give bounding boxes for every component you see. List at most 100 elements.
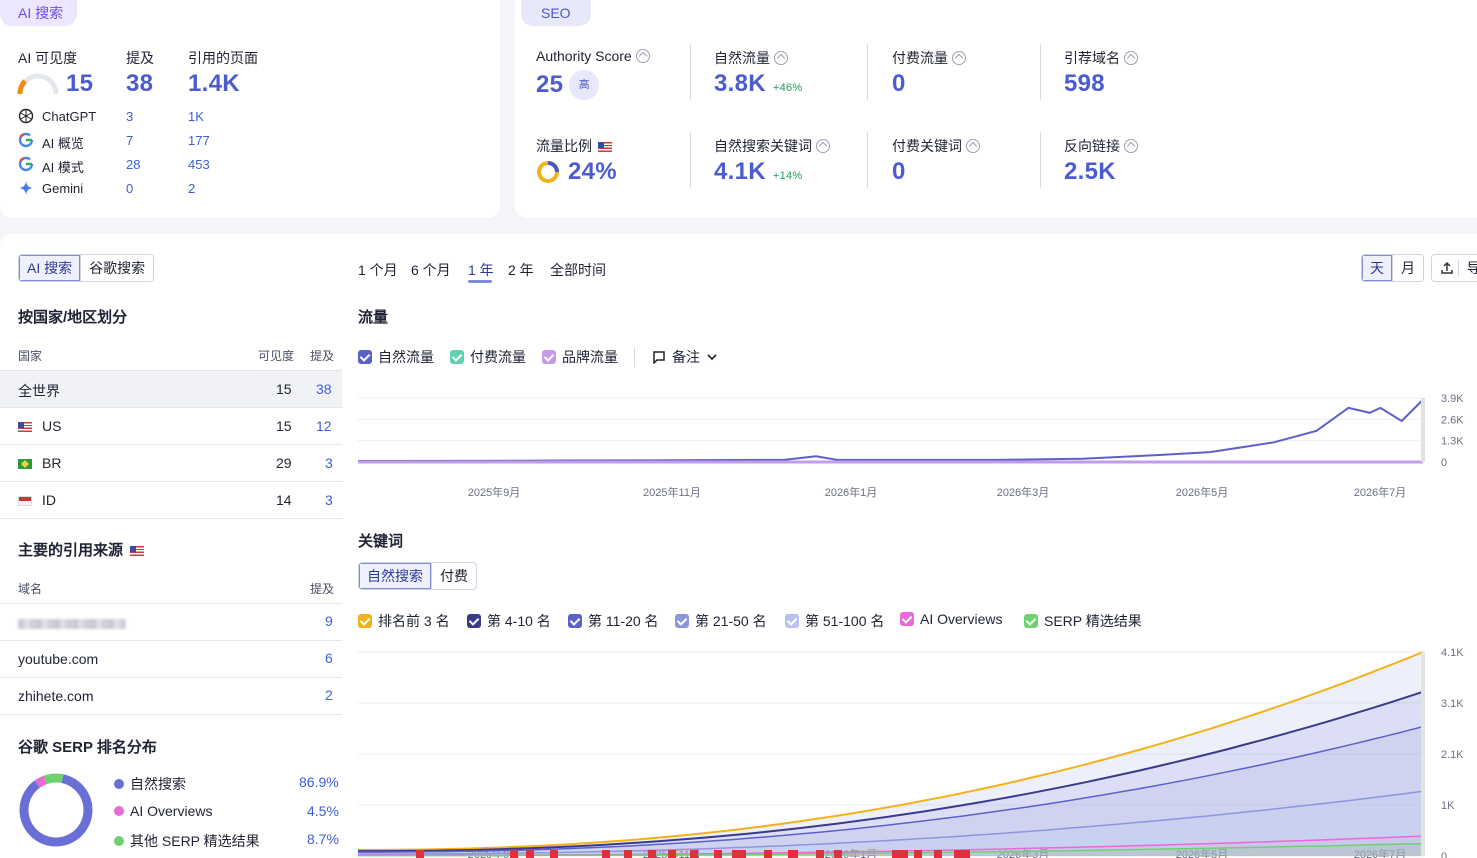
granularity-month[interactable]: 月: [1392, 255, 1423, 281]
range-tab-all[interactable]: 全部时间: [550, 260, 606, 280]
range-handle: [1421, 652, 1425, 856]
ref-domains-label: 引荐域名: [1064, 48, 1138, 68]
source-pages[interactable]: 453: [188, 157, 210, 172]
country-mentions[interactable]: 3: [325, 492, 333, 508]
source-toggle: AI 搜索 谷歌搜索: [18, 254, 155, 282]
domain-name[interactable]: zhihete.com: [18, 688, 93, 704]
export-button[interactable]: 导: [1431, 254, 1477, 282]
source-pages[interactable]: 1K: [188, 109, 204, 124]
ai-search-card: AI 搜索 AI 可见度 提及 引用的页面 15 38 1.4K ChatGPT…: [0, 0, 500, 218]
range-handle: [1421, 398, 1425, 462]
paid-keywords-label: 付费关键词: [892, 136, 980, 156]
country-row[interactable]: US: [18, 418, 61, 434]
granularity-day[interactable]: 天: [1362, 255, 1392, 281]
info-icon[interactable]: [966, 139, 980, 153]
divider: [0, 481, 342, 482]
legend-11-20[interactable]: 第 11-20 名: [568, 611, 659, 631]
organic-keywords-value[interactable]: 4.1K +14%: [714, 158, 803, 186]
divider: [0, 640, 342, 641]
country-mentions[interactable]: 3: [325, 455, 333, 471]
country-row[interactable]: BR: [18, 455, 61, 471]
annotation-flag-icon: [834, 850, 842, 858]
country-name[interactable]: 全世界: [18, 381, 60, 401]
range-tab-2y[interactable]: 2 年: [508, 260, 534, 280]
domain-mentions[interactable]: 6: [325, 650, 333, 666]
keywords-chart[interactable]: 4.1K3.1K2.1K1K02025年9月2025年11月2026年1月202…: [358, 646, 1477, 858]
notes-dropdown[interactable]: 备注: [652, 347, 718, 367]
legend-serp-features[interactable]: SERP 精选结果: [1024, 611, 1142, 631]
keywords-title: 关键词: [358, 533, 404, 550]
checkbox-icon: [450, 350, 464, 364]
col-domain-mentions[interactable]: 提及: [310, 580, 334, 597]
source-name: ChatGPT: [42, 109, 97, 124]
legend-51-100[interactable]: 第 51-100 名: [785, 611, 884, 631]
checkbox-icon: [675, 614, 689, 628]
range-tab-1y[interactable]: 1 年: [468, 260, 494, 280]
domain-mentions[interactable]: 2: [325, 687, 333, 703]
range-tab-6m[interactable]: 6 个月: [411, 260, 451, 280]
x-tick-label: 2026年5月: [1176, 485, 1229, 499]
col-visibility[interactable]: 可见度: [258, 347, 294, 364]
traffic-chart[interactable]: 3.9K 2.6K 1.3K 0 2025年9月 2025年11月 2026年1月 2026年…: [358, 384, 1477, 504]
divider: [634, 347, 635, 367]
toggle-google-search[interactable]: 谷歌搜索: [80, 255, 153, 281]
legend-21-50[interactable]: 第 21-50 名: [675, 611, 767, 631]
country-mentions[interactable]: 38: [316, 381, 332, 397]
checkbox-icon: [900, 612, 914, 626]
authority-badge: 高: [569, 70, 600, 100]
ai-visibility-value: 15: [66, 70, 94, 97]
ref-domains-value[interactable]: 598: [1064, 70, 1105, 98]
range-tab-1m[interactable]: 1 个月: [358, 260, 398, 280]
annotation-flag-icon: [816, 850, 824, 858]
organic-traffic-value[interactable]: 3.8K +46%: [714, 70, 803, 98]
backlinks-value[interactable]: 2.5K: [1064, 158, 1116, 186]
legend-top3[interactable]: 排名前 3 名: [358, 611, 450, 631]
source-mentions[interactable]: 7: [126, 133, 133, 148]
info-icon[interactable]: [774, 51, 788, 65]
col-mentions[interactable]: 提及: [310, 347, 334, 364]
domain-name[interactable]: youtube.com: [18, 651, 98, 667]
organic-keywords-change: +14%: [772, 170, 803, 182]
google-icon: [18, 156, 34, 172]
col-domain: 域名: [18, 582, 43, 596]
source-mentions[interactable]: 28: [126, 157, 140, 172]
legend-4-10[interactable]: 第 4-10 名: [467, 611, 551, 631]
divider: [0, 714, 342, 715]
legend-dot: [114, 806, 124, 816]
export-label: 导: [1432, 255, 1477, 281]
x-tick-label: 2026年7月: [1354, 485, 1407, 499]
main-panel: AI 搜索 谷歌搜索 按国家/地区划分 国家 可见度 提及 全世界 15 38 …: [0, 234, 1477, 858]
source-pages[interactable]: 177: [188, 133, 210, 148]
blurred-domain[interactable]: [18, 619, 126, 629]
paid-keywords-value[interactable]: 0: [892, 158, 906, 186]
annotation-flag-icon: [714, 850, 722, 858]
info-icon[interactable]: [1124, 139, 1138, 153]
source-pages[interactable]: 2: [188, 181, 195, 196]
country-row[interactable]: ID: [18, 492, 56, 508]
info-icon[interactable]: [952, 51, 966, 65]
paid-traffic-value[interactable]: 0: [892, 70, 906, 98]
country-mentions[interactable]: 12: [316, 418, 332, 434]
source-mentions[interactable]: 3: [126, 109, 133, 124]
info-icon[interactable]: [1124, 51, 1138, 65]
info-icon[interactable]: [635, 49, 650, 63]
legend-ai-overviews[interactable]: AI Overviews: [900, 611, 1002, 627]
toggle-ai-search[interactable]: AI 搜索: [19, 255, 81, 281]
legend-organic-traffic[interactable]: 自然流量: [358, 347, 434, 367]
legend-brand-traffic[interactable]: 品牌流量: [542, 347, 618, 367]
divider: [0, 444, 342, 445]
info-icon[interactable]: [816, 139, 830, 153]
y-tick-label: 1.3K: [1441, 436, 1464, 448]
legend-paid-traffic[interactable]: 付费流量: [450, 347, 526, 367]
y-tick-label: 1K: [1441, 800, 1455, 812]
country-visibility: 29: [276, 455, 292, 471]
serp-legend-value: 86.9%: [299, 774, 339, 790]
toggle-organic[interactable]: 自然搜索: [359, 563, 431, 589]
source-mentions[interactable]: 0: [126, 181, 133, 196]
x-tick-label: 2026年3月: [997, 485, 1050, 499]
divider: [0, 370, 342, 371]
annotation-flag-icon: [550, 850, 558, 858]
toggle-paid[interactable]: 付费: [431, 563, 476, 589]
mentions-value: 38: [126, 70, 154, 97]
domain-mentions[interactable]: 9: [325, 613, 333, 629]
